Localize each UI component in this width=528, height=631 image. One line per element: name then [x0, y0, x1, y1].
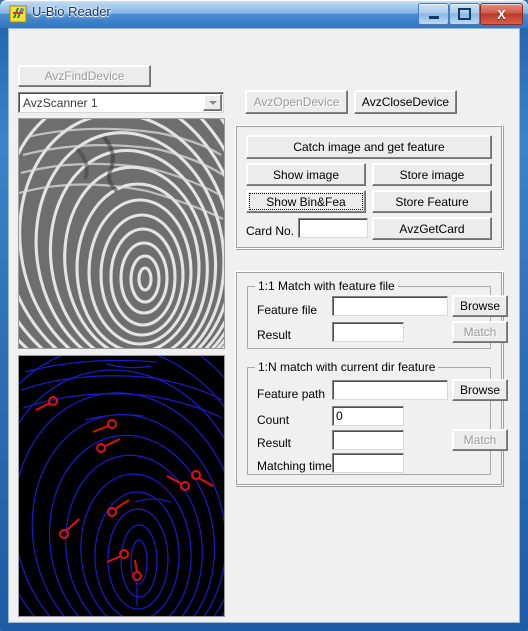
store-image-button[interactable]: Store image — [372, 163, 492, 186]
avz-find-device-label: AvzFindDevice — [44, 69, 125, 83]
count-input[interactable]: 0 — [332, 406, 404, 426]
actions-panel: Catch image and get feature Show image S… — [235, 125, 503, 249]
card-no-label: Card No. — [246, 224, 295, 238]
count-value: 0 — [336, 409, 343, 423]
catch-image-button[interactable]: Catch image and get feature — [246, 135, 492, 159]
feature-file-label: Feature file — [257, 303, 318, 317]
result-1-1-label: Result — [257, 328, 292, 342]
show-image-button[interactable]: Show image — [246, 163, 366, 186]
store-feature-button[interactable]: Store Feature — [372, 190, 492, 213]
match-1-1-label: Match — [463, 325, 497, 339]
scanner-selected-label: AvzScanner 1 — [23, 95, 98, 110]
browse-feature-path-button[interactable]: Browse — [452, 379, 508, 401]
match-1-1-group: 1:1 Match with feature file Feature file… — [247, 279, 508, 349]
match-1-n-button[interactable]: Match — [452, 429, 508, 451]
match-1-n-label: Match — [463, 433, 497, 447]
maximize-icon[interactable] — [449, 3, 480, 25]
show-bin-fea-button[interactable]: Show Bin&Fea — [246, 190, 366, 213]
browse-feature-file-label: Browse — [459, 299, 500, 313]
avz-find-device-button[interactable]: AvzFindDevice — [18, 65, 151, 87]
fingerprint-grayscale-preview — [18, 118, 225, 349]
avz-open-device-button[interactable]: AvzOpenDevice — [245, 90, 348, 114]
window-title: U-Bio Reader — [32, 4, 111, 19]
matching-time-input[interactable] — [332, 453, 404, 473]
browse-feature-path-label: Browse — [459, 383, 500, 397]
browse-feature-file-button[interactable]: Browse — [452, 295, 508, 317]
avz-close-device-button[interactable]: AvzCloseDevice — [354, 90, 457, 114]
catch-image-label: Catch image and get feature — [293, 140, 445, 154]
close-glyph: X — [497, 6, 506, 22]
minimize-icon[interactable] — [418, 3, 449, 25]
show-image-label: Show image — [272, 167, 340, 182]
scanner-select[interactable]: AvzScanner 1 — [18, 92, 224, 113]
title-bar[interactable]: U-Bio Reader X — [0, 0, 528, 28]
store-image-label: Store image — [399, 167, 465, 182]
match-1-1-button[interactable]: Match — [452, 321, 508, 343]
result-1-n-label: Result — [257, 436, 292, 450]
app-window: U-Bio Reader X AvzFindDevice AvzScanner … — [0, 0, 528, 631]
avz-close-device-label: AvzCloseDevice — [361, 95, 450, 109]
client-area: AvzFindDevice AvzScanner 1 AvzOpenDevice… — [8, 28, 520, 623]
match-1-1-title: 1:1 Match with feature file — [255, 279, 398, 293]
fingerprint-binarized-feature-preview — [18, 355, 225, 617]
avz-get-card-label: AvzGetCard — [399, 221, 465, 236]
feature-path-input[interactable] — [332, 380, 448, 400]
feature-path-label: Feature path — [257, 387, 326, 401]
match-panel: 1:1 Match with feature file Feature file… — [235, 271, 508, 486]
count-label: Count — [257, 413, 290, 427]
feature-file-input[interactable] — [332, 296, 448, 316]
result-1-n-input[interactable] — [332, 430, 404, 450]
result-1-1-input[interactable] — [332, 322, 404, 342]
matching-time-label: Matching time — [257, 459, 332, 473]
avz-get-card-button[interactable]: AvzGetCard — [372, 217, 492, 240]
app-icon — [9, 5, 27, 23]
close-icon[interactable]: X — [480, 3, 523, 25]
match-1-n-group: 1:N match with current dir feature Featu… — [247, 360, 508, 475]
focus-rectangle — [249, 193, 363, 210]
match-1-n-title: 1:N match with current dir feature — [255, 360, 439, 374]
avz-open-device-label: AvzOpenDevice — [253, 95, 340, 109]
card-no-input[interactable] — [298, 218, 368, 238]
chevron-down-icon[interactable] — [203, 94, 222, 111]
store-feature-label: Store Feature — [395, 194, 469, 209]
